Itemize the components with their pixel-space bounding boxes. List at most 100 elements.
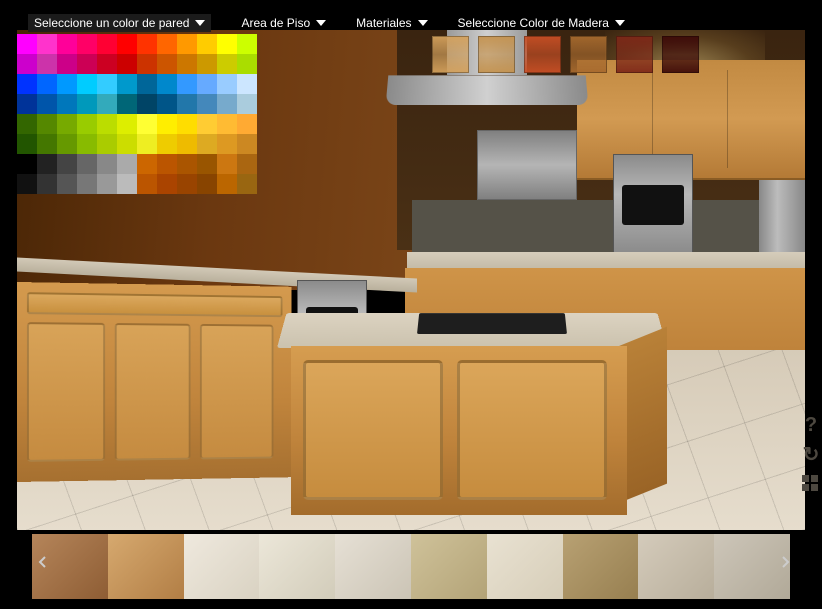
floor-thumb-tile-2[interactable] [108,534,184,599]
refresh-button[interactable]: ↻ [802,445,820,467]
color-swatch[interactable] [197,94,217,114]
menu-wood-color[interactable]: Seleccione Color de Madera [458,16,625,30]
color-swatch[interactable] [217,154,237,174]
color-swatch[interactable] [97,134,117,154]
color-swatch[interactable] [17,34,37,54]
floor-thumb-tile-3[interactable] [184,534,260,599]
color-swatch[interactable] [117,114,137,134]
color-swatch[interactable] [17,134,37,154]
color-swatch[interactable] [97,34,117,54]
color-swatch[interactable] [157,94,177,114]
color-swatch[interactable] [57,34,77,54]
color-swatch[interactable] [177,154,197,174]
color-swatch[interactable] [57,54,77,74]
color-swatch[interactable] [117,154,137,174]
color-swatch[interactable] [77,134,97,154]
color-swatch[interactable] [137,114,157,134]
color-swatch[interactable] [37,154,57,174]
color-swatch[interactable] [57,94,77,114]
color-swatch[interactable] [57,74,77,94]
color-swatch[interactable] [197,174,217,194]
color-swatch[interactable] [117,94,137,114]
color-swatch[interactable] [157,54,177,74]
color-swatch[interactable] [17,94,37,114]
menu-materials[interactable]: Materiales [356,16,427,30]
color-swatch[interactable] [37,174,57,194]
color-swatch[interactable] [97,54,117,74]
color-swatch[interactable] [217,54,237,74]
color-swatch[interactable] [237,134,257,154]
color-swatch[interactable] [77,174,97,194]
grid-view-button[interactable] [802,475,820,497]
menu-wall-color[interactable]: Seleccione un color de pared [28,14,211,32]
color-swatch[interactable] [177,34,197,54]
wood-swatch-mahogany[interactable] [662,36,699,73]
color-swatch[interactable] [217,114,237,134]
color-swatch[interactable] [217,94,237,114]
color-swatch[interactable] [177,134,197,154]
color-swatch[interactable] [197,54,217,74]
color-swatch[interactable] [157,154,177,174]
carousel-prev[interactable] [32,549,52,577]
color-swatch[interactable] [97,74,117,94]
color-swatch[interactable] [37,114,57,134]
color-swatch[interactable] [177,54,197,74]
floor-thumb-tile-8[interactable] [563,534,639,599]
color-swatch[interactable] [77,74,97,94]
color-swatch[interactable] [77,154,97,174]
color-swatch[interactable] [157,114,177,134]
color-swatch[interactable] [217,74,237,94]
color-swatch[interactable] [137,34,157,54]
color-swatch[interactable] [17,154,37,174]
color-swatch[interactable] [217,134,237,154]
floor-thumb-tile-7[interactable] [487,534,563,599]
color-swatch[interactable] [197,154,217,174]
color-swatch[interactable] [17,74,37,94]
color-swatch[interactable] [157,74,177,94]
color-swatch[interactable] [157,34,177,54]
floor-thumb-tile-6[interactable] [411,534,487,599]
color-swatch[interactable] [157,174,177,194]
color-swatch[interactable] [197,114,217,134]
color-swatch[interactable] [137,154,157,174]
color-swatch[interactable] [177,114,197,134]
color-swatch[interactable] [57,134,77,154]
color-swatch[interactable] [157,134,177,154]
color-swatch[interactable] [237,34,257,54]
color-swatch[interactable] [117,134,137,154]
wood-swatch-medium-wood[interactable] [570,36,607,73]
color-swatch[interactable] [57,174,77,194]
color-swatch[interactable] [117,174,137,194]
color-swatch[interactable] [237,174,257,194]
color-swatch[interactable] [17,174,37,194]
color-swatch[interactable] [197,34,217,54]
color-swatch[interactable] [77,54,97,74]
color-swatch[interactable] [237,114,257,134]
color-swatch[interactable] [137,54,157,74]
color-swatch[interactable] [97,94,117,114]
help-button[interactable]: ? [802,415,820,437]
color-swatch[interactable] [217,34,237,54]
color-swatch[interactable] [77,34,97,54]
floor-thumb-tile-5[interactable] [335,534,411,599]
color-swatch[interactable] [77,94,97,114]
color-swatch[interactable] [97,154,117,174]
color-swatch[interactable] [77,114,97,134]
color-swatch[interactable] [197,74,217,94]
color-swatch[interactable] [37,134,57,154]
color-swatch[interactable] [117,34,137,54]
color-swatch[interactable] [137,94,157,114]
wood-swatch-light-oak[interactable] [432,36,469,73]
color-swatch[interactable] [177,94,197,114]
color-swatch[interactable] [37,54,57,74]
color-swatch[interactable] [137,134,157,154]
menu-floor-area[interactable]: Area de Piso [241,16,326,30]
color-swatch[interactable] [137,74,157,94]
color-swatch[interactable] [37,74,57,94]
carousel-next[interactable] [776,549,796,577]
color-swatch[interactable] [237,54,257,74]
color-swatch[interactable] [117,74,137,94]
color-swatch[interactable] [37,94,57,114]
wood-swatch-natural-oak[interactable] [478,36,515,73]
floor-thumb-tile-4[interactable] [259,534,335,599]
